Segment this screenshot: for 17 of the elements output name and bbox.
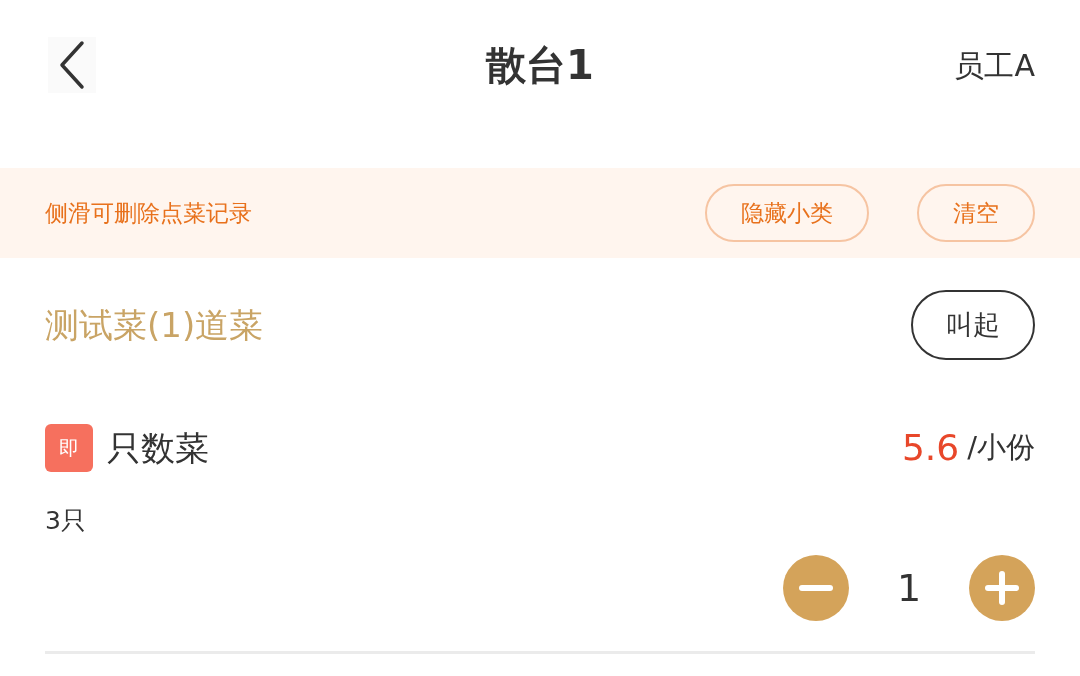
plus-icon: [969, 555, 1035, 621]
call-button[interactable]: 叫起: [911, 290, 1035, 360]
page-title: 散台1: [486, 42, 594, 88]
dish-name: 只数菜: [107, 426, 209, 470]
dish-price: 5.6: [901, 426, 960, 470]
category-title: 测试菜(1)道菜: [45, 303, 264, 347]
instant-tag: 即: [45, 424, 93, 472]
increase-button[interactable]: [969, 555, 1035, 621]
staff-name[interactable]: 员工A: [954, 42, 1035, 88]
back-icon: [59, 40, 85, 90]
price-unit: /小份: [967, 429, 1035, 467]
notice-text: 侧滑可删除点菜记录: [45, 198, 252, 228]
quantity-value: 1: [895, 564, 923, 612]
dish-spec: 3只: [45, 505, 87, 537]
decrease-button[interactable]: [783, 555, 849, 621]
minus-icon: [783, 555, 849, 621]
back-button[interactable]: [48, 37, 96, 93]
